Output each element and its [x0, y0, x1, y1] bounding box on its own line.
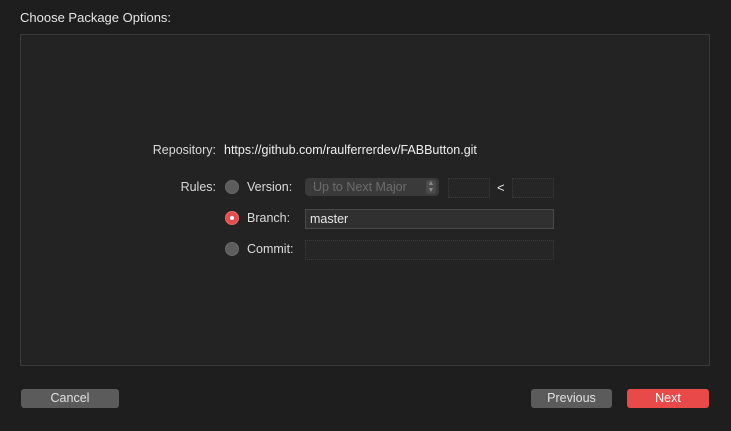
branch-field[interactable]: master	[305, 209, 554, 229]
version-lower-field[interactable]	[448, 178, 490, 198]
repository-label: Repository:	[152, 143, 216, 157]
version-label: Version:	[247, 180, 293, 194]
rules-label: Rules:	[180, 180, 216, 194]
options-panel: Repository: https://github.com/raulferre…	[20, 34, 710, 366]
branch-radio[interactable]	[225, 211, 239, 225]
branch-label: Branch:	[247, 211, 291, 225]
chevron-updown-icon: ▲ ▼	[426, 180, 436, 194]
version-radio[interactable]	[225, 180, 239, 194]
dialog-title: Choose Package Options:	[20, 10, 172, 25]
commit-field[interactable]	[305, 240, 554, 260]
commit-radio[interactable]	[225, 242, 239, 256]
repository-url: https://github.com/raulferrerdev/FABButt…	[224, 143, 477, 157]
version-upper-field[interactable]	[512, 178, 554, 198]
version-rule-popup-value: Up to Next Major	[313, 180, 407, 194]
less-than-symbol: <	[497, 180, 505, 195]
version-rule-popup[interactable]: Up to Next Major ▲ ▼	[305, 178, 439, 196]
cancel-button[interactable]: Cancel	[21, 389, 119, 408]
package-options-dialog: Choose Package Options: Repository: http…	[0, 0, 731, 431]
next-button[interactable]: Next	[627, 389, 709, 408]
commit-label: Commit:	[247, 242, 294, 256]
previous-button[interactable]: Previous	[531, 389, 612, 408]
